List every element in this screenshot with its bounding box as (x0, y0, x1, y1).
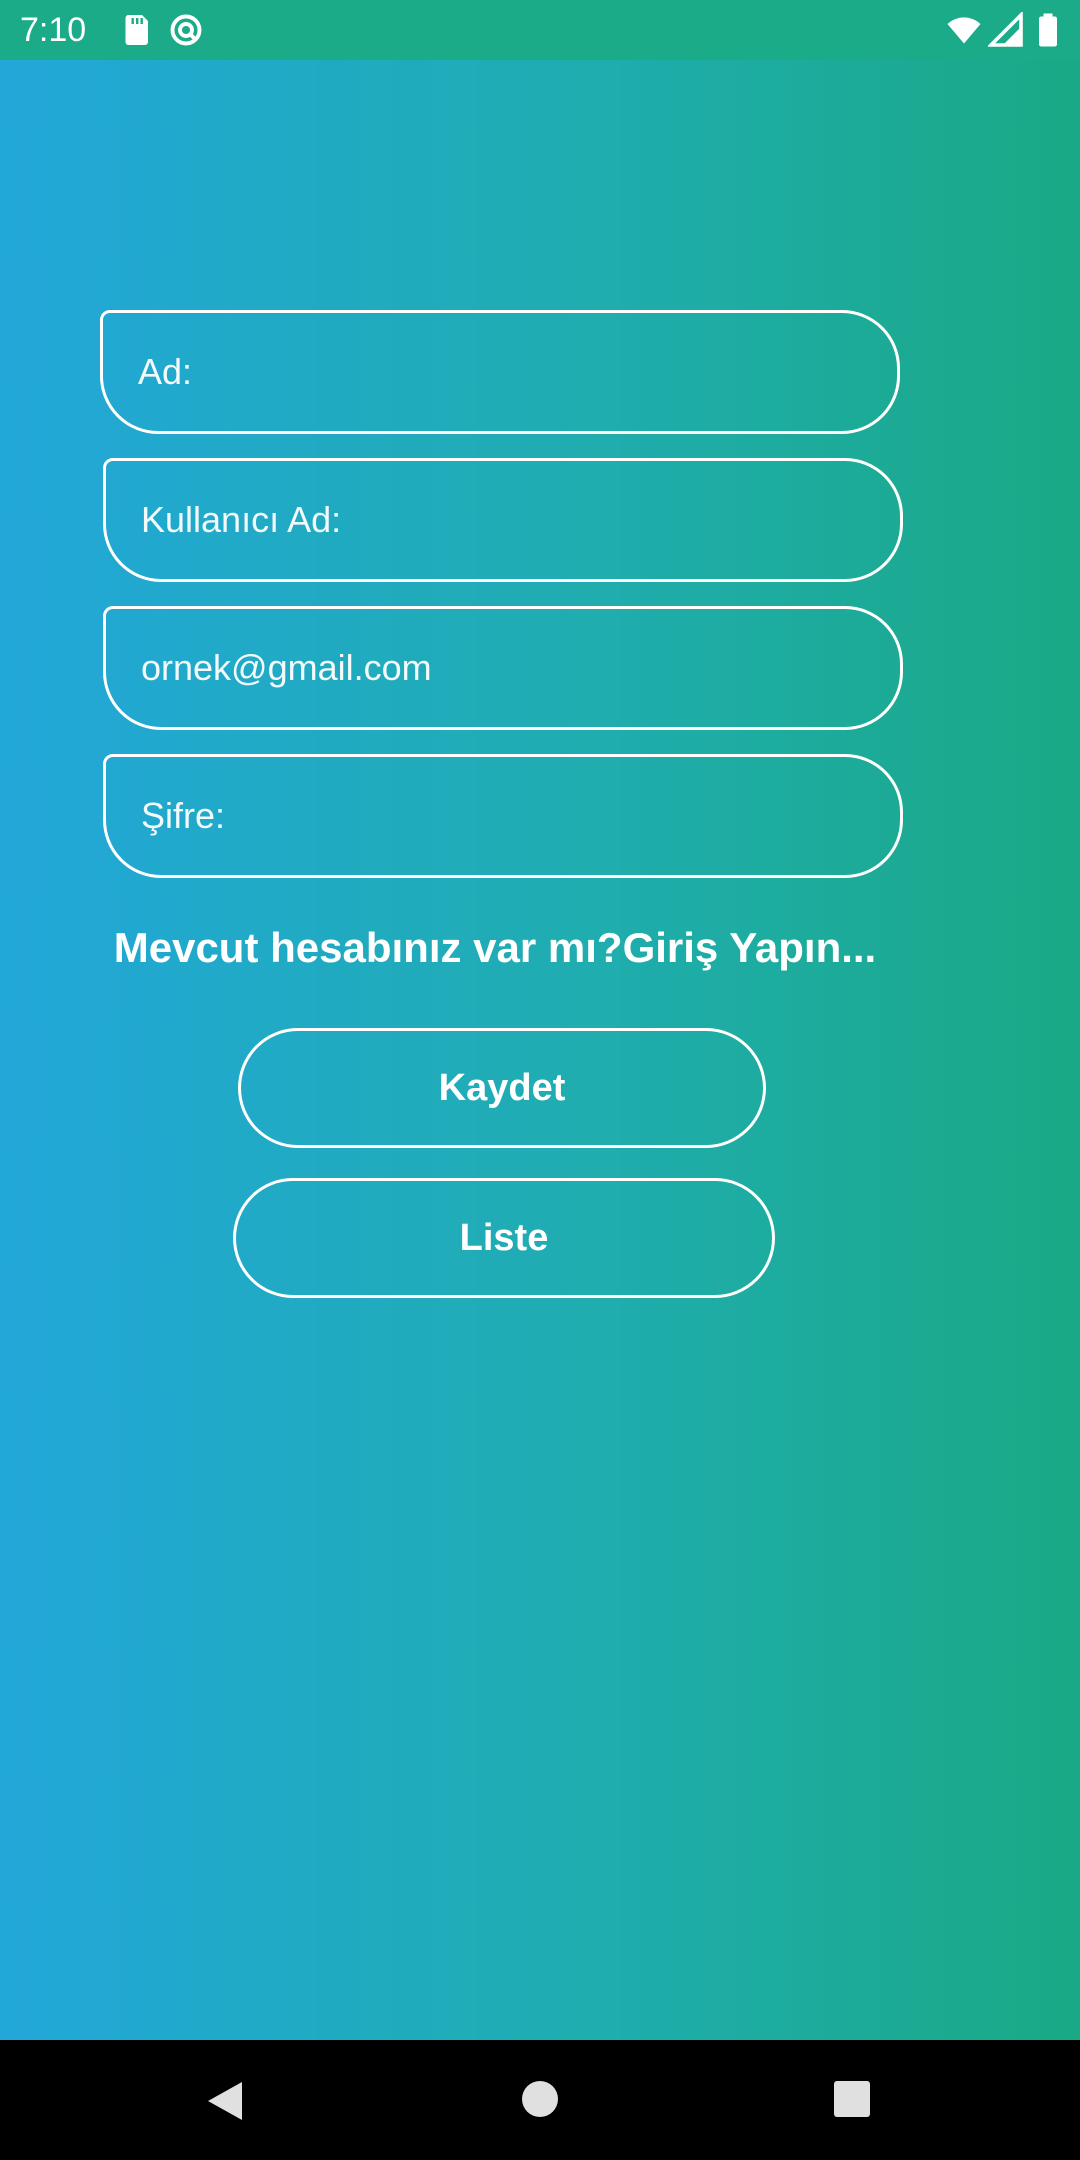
list-button[interactable]: Liste (233, 1178, 775, 1298)
login-link[interactable]: Mevcut hesabınız var mı?Giriş Yapın... (0, 924, 990, 972)
password-placeholder: Şifre: (141, 795, 226, 836)
sync-icon (170, 14, 202, 46)
status-bar: 7:10 (0, 0, 1080, 60)
navigation-bar (0, 2040, 1080, 2160)
battery-icon (1039, 13, 1057, 47)
email-field[interactable]: ornek@gmail.com (103, 606, 903, 730)
save-button[interactable]: Kaydet (238, 1028, 766, 1148)
recents-icon[interactable] (833, 2080, 871, 2118)
password-field[interactable]: Şifre: (103, 754, 903, 878)
back-icon[interactable] (204, 2080, 244, 2122)
name-field[interactable]: Ad: (100, 310, 900, 434)
wifi-icon (947, 17, 981, 44)
signal-icon (988, 12, 1023, 47)
name-placeholder: Ad: (138, 351, 193, 392)
home-icon[interactable] (521, 2080, 559, 2118)
email-placeholder: ornek@gmail.com (141, 647, 432, 688)
app-screen: 7:10 Ad: Kullanıcı Ad: ornek@gmail.com Ş… (0, 0, 1080, 2160)
registration-form: Ad: Kullanıcı Ad: ornek@gmail.com Şifre:… (0, 60, 1080, 2040)
status-time: 7:10 (20, 11, 87, 49)
username-field[interactable]: Kullanıcı Ad: (103, 458, 903, 582)
username-placeholder: Kullanıcı Ad: (141, 499, 342, 540)
sd-card-icon (125, 15, 148, 45)
